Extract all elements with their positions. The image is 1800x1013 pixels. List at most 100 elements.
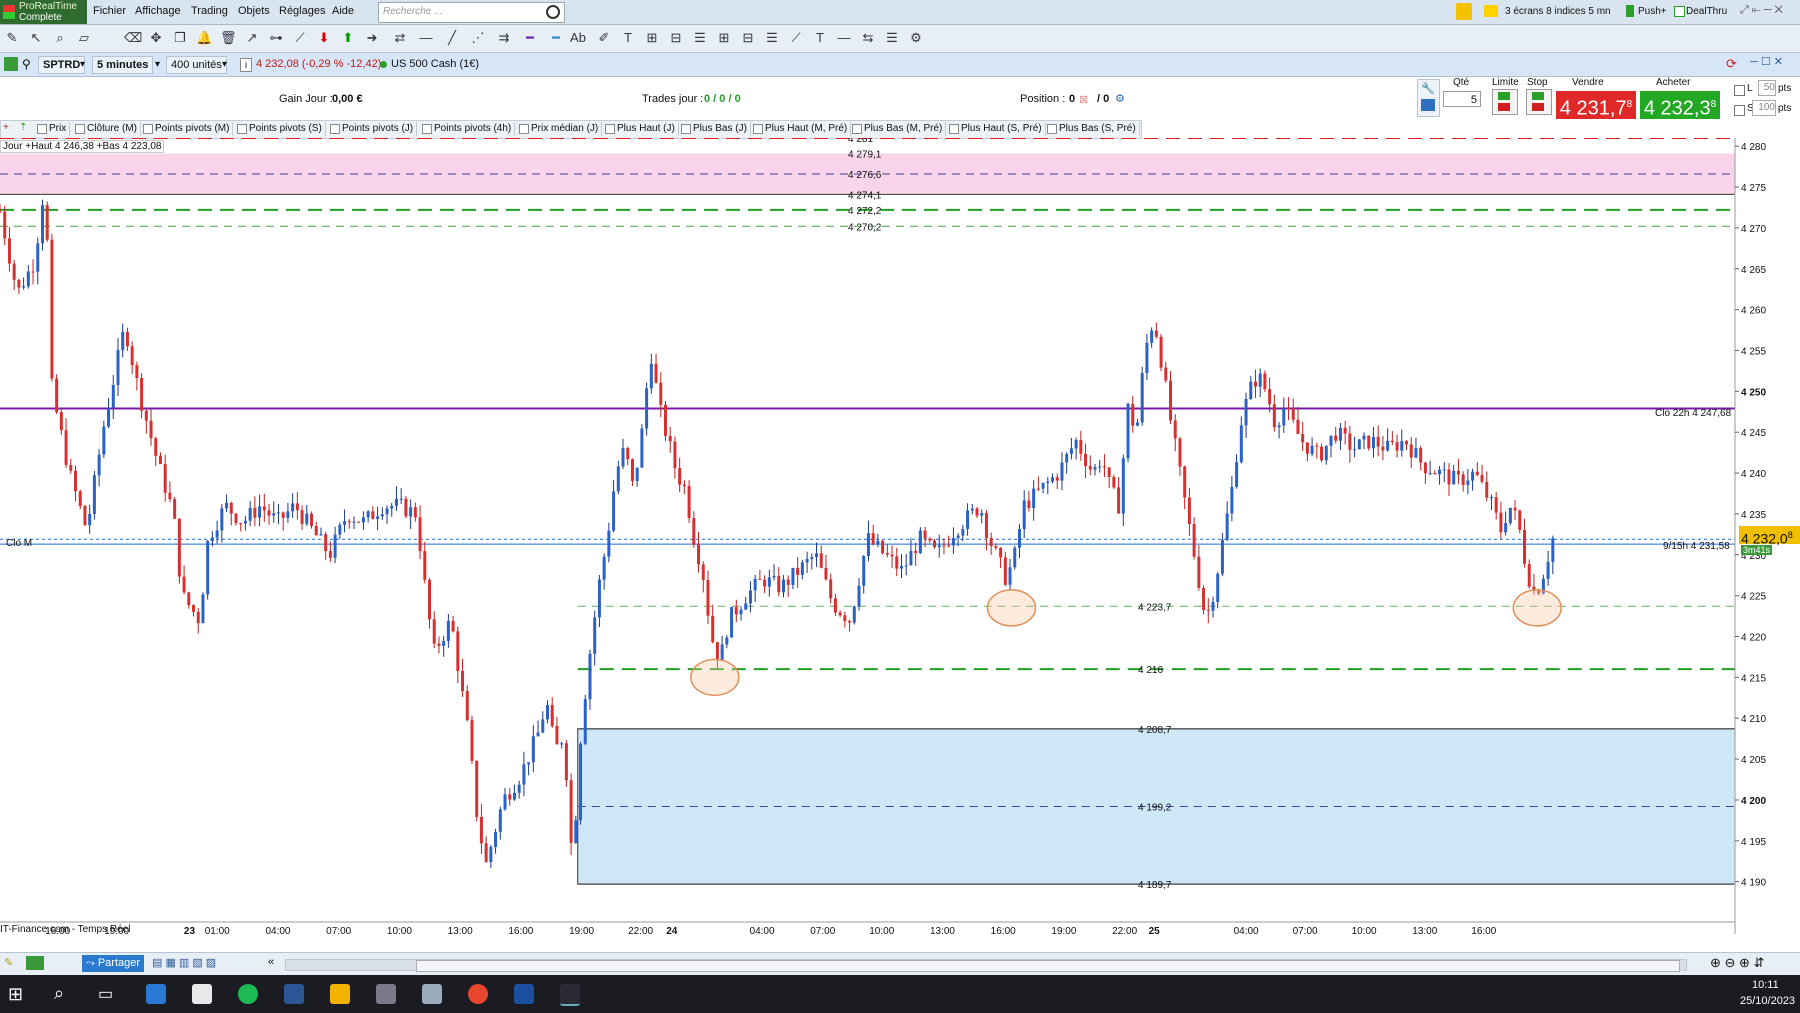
channel2-icon[interactable]: ⇉ bbox=[496, 30, 512, 46]
wrench-icon[interactable]: 🔧 bbox=[1421, 82, 1435, 95]
line-icon[interactable]: ⟋ bbox=[292, 30, 308, 46]
orders-icon[interactable]: ⚙ bbox=[1115, 92, 1125, 105]
sell-button[interactable]: 4 231,78 bbox=[1556, 91, 1636, 120]
misc2-icon[interactable]: ☰ bbox=[884, 30, 900, 46]
indicator-tab[interactable]: Plus Bas (S, Pré) bbox=[1045, 122, 1140, 136]
text-abc-icon[interactable]: Ab bbox=[570, 30, 586, 46]
qty-input[interactable]: 5 bbox=[1443, 91, 1481, 107]
eraser-icon[interactable]: ⌫ bbox=[124, 30, 142, 46]
sell-arrow-icon[interactable]: ⬇ bbox=[316, 30, 332, 46]
scrollbar-thumb[interactable] bbox=[416, 960, 1680, 972]
chart-type-icon[interactable] bbox=[4, 57, 18, 71]
close-position-icon[interactable]: ⊠ bbox=[1079, 93, 1088, 106]
indicator-tab[interactable]: Prix médian (J) bbox=[517, 122, 603, 136]
grid4-icon[interactable]: ⊞ bbox=[716, 30, 732, 46]
channel-icon[interactable]: ⇄ bbox=[392, 30, 408, 46]
keyboard-icon[interactable] bbox=[1421, 99, 1435, 111]
copy-icon[interactable]: ❐ bbox=[172, 30, 188, 46]
hline-icon[interactable]: ― bbox=[418, 30, 434, 46]
units-select[interactable]: 400 unités bbox=[166, 56, 227, 74]
share-button[interactable]: ⤳ Partager bbox=[82, 955, 144, 972]
menu-affichage[interactable]: Affichage bbox=[135, 5, 181, 17]
search-icon[interactable]: ⌕ bbox=[54, 983, 64, 1004]
push-button[interactable]: Push+ bbox=[1638, 3, 1667, 20]
trash-icon[interactable]: 🗑 bbox=[220, 30, 237, 46]
stop-order-button[interactable] bbox=[1526, 89, 1552, 115]
word-icon[interactable] bbox=[284, 984, 304, 1004]
task-view-icon[interactable]: ▭ bbox=[98, 984, 113, 1004]
menu-aide[interactable]: Aide bbox=[332, 5, 354, 17]
buy-button[interactable]: 4 232,38 bbox=[1640, 91, 1720, 120]
indicator-tab[interactable]: Plus Bas (M, Pré) bbox=[850, 122, 947, 136]
indicator-tab[interactable]: Plus Haut (M, Pré) bbox=[751, 122, 852, 136]
horizontal-scrollbar[interactable] bbox=[285, 959, 1687, 972]
menu-reglages[interactable]: Réglages bbox=[279, 5, 325, 17]
s-input[interactable]: 100 bbox=[1752, 100, 1776, 116]
arrow-icon[interactable]: ↗ bbox=[244, 30, 260, 46]
chart-style-icon[interactable] bbox=[26, 956, 44, 970]
settings-icon[interactable]: ⚙ bbox=[908, 30, 924, 46]
zoom-icons[interactable]: ⊕ ⊖ ⊕ ⇵ bbox=[1710, 955, 1764, 971]
timeframe-select[interactable]: 5 minutes bbox=[92, 56, 154, 74]
l-input[interactable]: 50 bbox=[1758, 80, 1776, 96]
indicator-tab[interactable]: Prix bbox=[35, 122, 71, 136]
menu-trading[interactable]: Trading bbox=[191, 5, 228, 17]
measure-icon[interactable]: ⟋ bbox=[788, 30, 804, 46]
indicator-settings-icon[interactable]: ⇡ bbox=[19, 122, 30, 134]
pencil-icon[interactable]: ✎ bbox=[4, 30, 20, 46]
calculator-icon[interactable] bbox=[376, 984, 396, 1004]
windows-start-icon[interactable]: ⊞ bbox=[8, 984, 23, 1005]
dealthru-button[interactable]: DealThru bbox=[1686, 3, 1727, 20]
text-icon[interactable]: T bbox=[620, 30, 636, 46]
window-controls-icon[interactable]: ─ ☐ ✕ bbox=[1750, 55, 1783, 68]
indicator-tab[interactable]: Points pivots (M) bbox=[141, 122, 234, 136]
segment-icon[interactable]: ⊶ bbox=[268, 30, 284, 46]
dash-icon[interactable]: — bbox=[836, 30, 852, 46]
indicator-tab[interactable]: Points pivots (S) bbox=[235, 122, 326, 136]
grid1-icon[interactable]: ⊞ bbox=[644, 30, 660, 46]
edit-icon[interactable]: ✐ bbox=[596, 30, 612, 46]
bell-icon[interactable]: 🔔 bbox=[196, 30, 212, 46]
grid2-icon[interactable]: ⊟ bbox=[668, 30, 684, 46]
indicator-tab[interactable]: Plus Haut (J) bbox=[603, 122, 679, 136]
ruler-icon[interactable]: ▱ bbox=[76, 30, 92, 46]
misc1-icon[interactable]: ⇆ bbox=[860, 30, 876, 46]
chart-svg[interactable]: 4 281 4 279,1 4 276,6 4 274,1 4 272,2 4 270,2… bbox=[0, 138, 1800, 934]
chrome-icon[interactable] bbox=[468, 984, 488, 1004]
link-icon[interactable]: ⚲ bbox=[22, 57, 31, 71]
add-indicator-icon[interactable]: + bbox=[3, 122, 14, 134]
grid5-icon[interactable]: ⊟ bbox=[740, 30, 756, 46]
color-line-icon[interactable]: ━ bbox=[522, 30, 538, 46]
spotify-icon[interactable] bbox=[238, 984, 258, 1004]
fibo-icon[interactable]: ⋰ bbox=[470, 30, 486, 46]
app-logo[interactable]: ProRealTime Complete bbox=[0, 0, 87, 24]
symbol-select[interactable]: SPTRD bbox=[38, 56, 86, 74]
app-icon-2[interactable] bbox=[422, 984, 442, 1004]
alert-icon[interactable] bbox=[1456, 3, 1472, 20]
app-icon-1[interactable] bbox=[146, 984, 166, 1004]
zoom-icon[interactable]: ⌕ bbox=[52, 30, 68, 46]
scroll-left-icon[interactable]: « bbox=[268, 956, 274, 968]
window-controls-icon[interactable]: ⤢ ⇤ ─ ✕ bbox=[1740, 4, 1783, 17]
buy-arrow-icon[interactable]: ⬆ bbox=[340, 30, 356, 46]
indicator-tab[interactable]: Points pivots (J) bbox=[328, 122, 418, 136]
screens-button[interactable]: 3 écrans 8 indices 5 mn bbox=[1505, 3, 1611, 20]
menu-objets[interactable]: Objets bbox=[238, 5, 270, 17]
indicator-tab[interactable]: Plus Bas (J) bbox=[679, 122, 751, 136]
search-icon[interactable] bbox=[546, 5, 560, 19]
prorealtime-taskbar-icon[interactable] bbox=[560, 984, 580, 1006]
l-checkbox[interactable] bbox=[1734, 85, 1745, 96]
folder-icon[interactable] bbox=[192, 984, 212, 1004]
limit-order-button[interactable] bbox=[1492, 89, 1518, 115]
draw-icon[interactable]: ✎ bbox=[4, 956, 13, 969]
sync-icon[interactable]: ⟳ bbox=[1726, 56, 1742, 72]
cursor-icon[interactable]: ↖ bbox=[28, 30, 44, 46]
search-input[interactable]: Recherche ... bbox=[378, 2, 565, 23]
explorer-icon[interactable] bbox=[330, 984, 350, 1004]
indicator-tab[interactable]: Plus Haut (S, Pré) bbox=[947, 122, 1046, 136]
text2-icon[interactable]: T bbox=[812, 30, 828, 46]
color-line2-icon[interactable]: ━ bbox=[548, 30, 564, 46]
price-chart[interactable]: 4 281 4 279,1 4 276,6 4 274,1 4 272,2 4 270,2… bbox=[0, 138, 1800, 935]
menu-fichier[interactable]: Fichier bbox=[93, 5, 126, 17]
info-icon[interactable]: i bbox=[240, 58, 252, 72]
